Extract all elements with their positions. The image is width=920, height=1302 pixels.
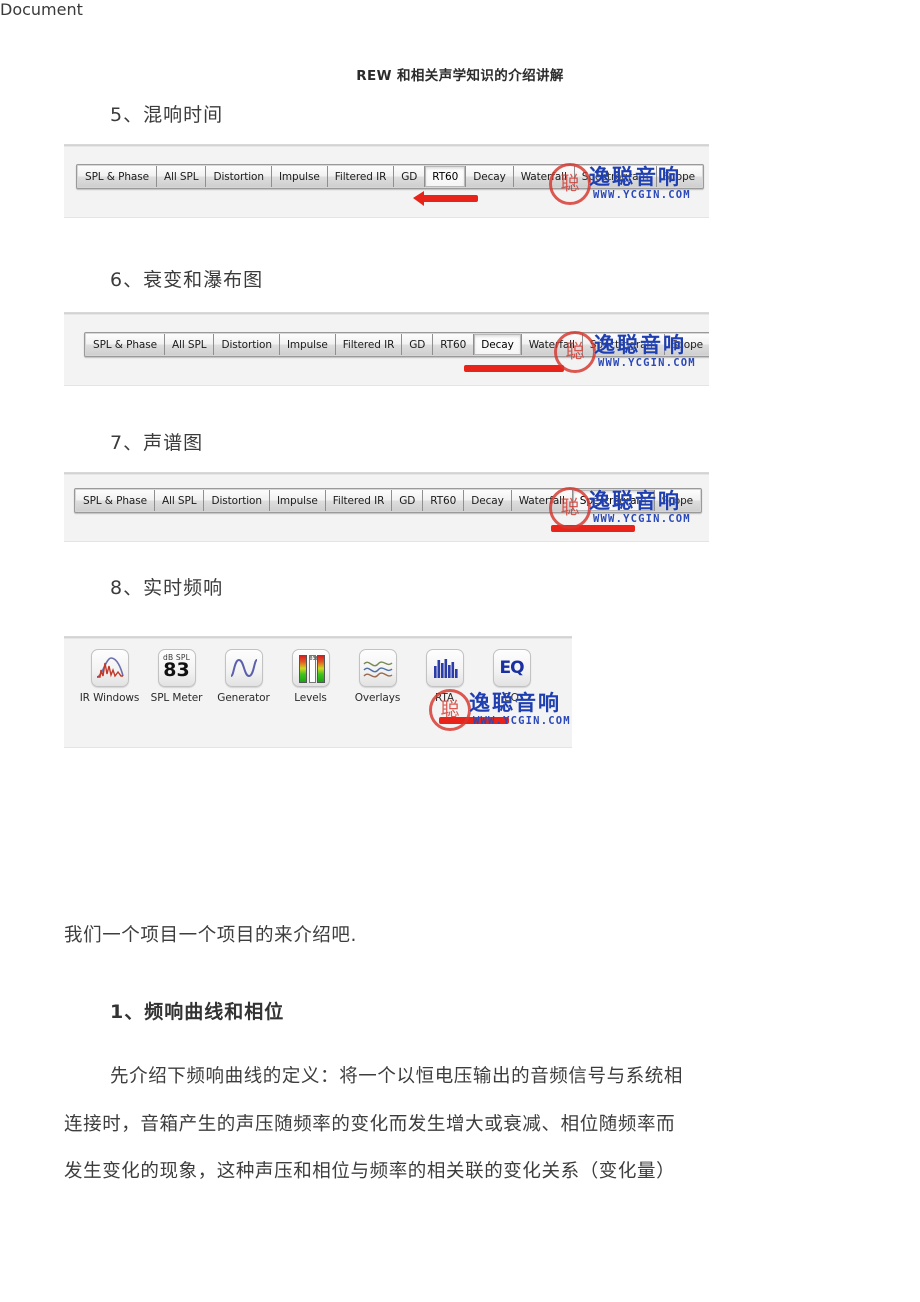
tab-waterfall[interactable]: Waterfall: [513, 166, 575, 187]
tab-decay[interactable]: Decay: [474, 334, 522, 355]
rta-icon: [425, 649, 464, 687]
tab-distortion[interactable]: Distortion: [204, 490, 270, 511]
tab-spectrogram[interactable]: Spectrogram: [582, 334, 665, 355]
annotation-marker-rt60: [413, 191, 478, 206]
rew-toolbar: IR Windows dB SPL 83 SPL Meter Generator…: [76, 649, 545, 704]
toolbar-item-overlays[interactable]: Overlays: [344, 649, 411, 704]
tab-impulse[interactable]: Impulse: [269, 490, 326, 511]
spl-meter-value: 83: [163, 659, 190, 681]
toolbar-label-overlays: Overlays: [354, 692, 401, 704]
toolbar-label-ir-windows: IR Windows: [79, 692, 140, 704]
toolbar-item-rta[interactable]: RTA: [411, 649, 478, 704]
tab-all-spl[interactable]: All SPL: [164, 334, 215, 355]
toolbar-label-spl-meter: SPL Meter: [150, 692, 203, 704]
overlays-icon: [358, 649, 397, 687]
levels-scale: 0369: [308, 655, 322, 683]
annotation-marker-spectrogram: [551, 525, 635, 532]
tab-distortion[interactable]: Distortion: [214, 334, 280, 355]
tab-waterfall[interactable]: Waterfall: [521, 334, 583, 355]
tab-spl-and-phase[interactable]: SPL & Phase: [78, 166, 157, 187]
toolbar-label-eq: EQ: [504, 692, 519, 704]
section-heading-8: 8、实时频响: [110, 577, 224, 599]
section-heading-7: 7、声谱图: [110, 432, 204, 454]
tab-gd[interactable]: GD: [402, 334, 434, 355]
tab-distortion[interactable]: Distortion: [206, 166, 272, 187]
tab-scope[interactable]: Scope: [664, 334, 709, 355]
tab-scope[interactable]: Scope: [654, 490, 701, 511]
tab-all-spl[interactable]: All SPL: [156, 166, 207, 187]
tab-filtered-ir[interactable]: Filtered IR: [335, 334, 403, 355]
rew-tabbar-6: SPL & Phase All SPL Distortion Impulse F…: [84, 332, 709, 357]
toolbar-label-generator: Generator: [217, 692, 270, 704]
tab-rt60[interactable]: RT60: [433, 334, 475, 355]
section-heading-6: 6、衰变和瀑布图: [110, 269, 264, 291]
screenshot-strip-7: SPL & Phase All SPL Distortion Impulse F…: [64, 472, 709, 542]
section-heading-5: 5、混响时间: [110, 104, 224, 126]
spl-meter-icon: dB SPL 83: [157, 649, 196, 687]
tab-spl-and-phase[interactable]: SPL & Phase: [86, 334, 165, 355]
screenshot-strip-5: SPL & Phase All SPL Distortion Impulse F…: [64, 144, 709, 218]
paragraph-line-2: 连接时，音箱产生的声压随频率的变化而发生增大或衰减、相位随频率而: [64, 1114, 676, 1135]
annotation-marker-rta: [439, 717, 509, 724]
toolbar-item-ir-windows[interactable]: IR Windows: [76, 649, 143, 704]
generator-icon: [224, 649, 263, 687]
toolbar-item-levels[interactable]: 0369 Levels: [277, 649, 344, 704]
tab-spl-and-phase[interactable]: SPL & Phase: [76, 490, 155, 511]
body-subheading-1: 1、频响曲线和相位: [110, 1001, 285, 1023]
tab-rt60[interactable]: RT60: [425, 166, 467, 187]
tab-filtered-ir[interactable]: Filtered IR: [327, 166, 395, 187]
annotation-marker-decay: [464, 365, 564, 372]
watermark-url: WWW.YCGIN.COM: [598, 357, 696, 369]
paragraph-line-1: 先介绍下频响曲线的定义：将一个以恒电压输出的音频信号与系统相: [110, 1066, 684, 1087]
tab-gd[interactable]: GD: [394, 166, 426, 187]
toolbar-item-eq[interactable]: EQ EQ: [478, 649, 545, 704]
rew-tabbar-7: SPL & Phase All SPL Distortion Impulse F…: [74, 488, 703, 513]
tab-impulse[interactable]: Impulse: [279, 334, 336, 355]
tab-all-spl[interactable]: All SPL: [154, 490, 205, 511]
eq-icon: EQ: [492, 649, 531, 687]
ir-windows-icon: [90, 649, 129, 687]
document-header-title: REW 和相关声学知识的介绍讲解: [356, 68, 564, 84]
tab-scope[interactable]: Scope: [656, 166, 703, 187]
levels-icon: 0369: [291, 649, 330, 687]
tab-rt60[interactable]: RT60: [423, 490, 465, 511]
levels-bar-right: [316, 655, 325, 683]
body-intro: 我们一个项目一个项目的来介绍吧.: [64, 925, 357, 946]
rew-tabbar-5: SPL & Phase All SPL Distortion Impulse F…: [76, 164, 705, 189]
tab-gd[interactable]: GD: [392, 490, 424, 511]
tab-spectrogram[interactable]: Spectrogram: [572, 490, 655, 511]
tab-spectrogram[interactable]: Spectrogram: [574, 166, 657, 187]
tab-decay[interactable]: Decay: [464, 490, 512, 511]
paragraph-line-3: 发生变化的现象，这种声压和相位与频率的相关联的变化关系（变化量）: [64, 1161, 676, 1182]
tab-filtered-ir[interactable]: Filtered IR: [325, 490, 393, 511]
eq-glyph: EQ: [499, 658, 524, 678]
toolbar-item-spl-meter[interactable]: dB SPL 83 SPL Meter: [143, 649, 210, 704]
tab-impulse[interactable]: Impulse: [271, 166, 328, 187]
tab-waterfall[interactable]: Waterfall: [511, 490, 573, 511]
watermark-url: WWW.YCGIN.COM: [593, 189, 691, 201]
screenshot-strip-8: IR Windows dB SPL 83 SPL Meter Generator…: [64, 636, 572, 748]
screenshot-strip-6: SPL & Phase All SPL Distortion Impulse F…: [64, 312, 709, 386]
tab-decay[interactable]: Decay: [466, 166, 514, 187]
watermark-url: WWW.YCGIN.COM: [593, 513, 691, 525]
levels-bar-left: [298, 655, 307, 683]
toolbar-label-levels: Levels: [294, 692, 327, 704]
toolbar-item-generator[interactable]: Generator: [210, 649, 277, 704]
toolbar-label-rta: RTA: [434, 692, 454, 704]
